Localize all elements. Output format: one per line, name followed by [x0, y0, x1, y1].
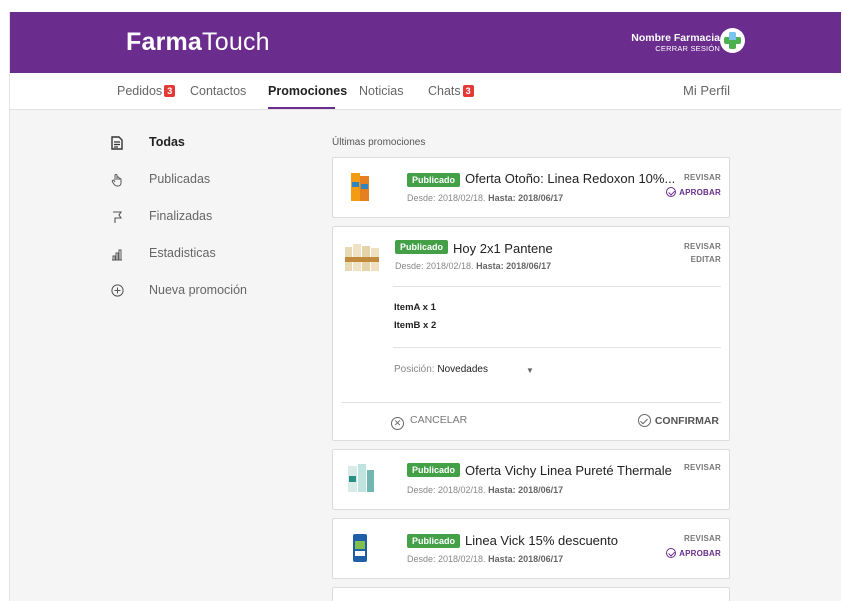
status-badge: Publicado [395, 240, 449, 254]
status-badge: Publicado [407, 534, 461, 548]
promo-title: Hoy 2x1 Pantene [453, 241, 553, 256]
list-item: ItemA x 1 [394, 302, 436, 313]
flag-icon [110, 210, 124, 224]
tab-chats-label: Chats [428, 84, 461, 98]
sidebar-item-label: Publicadas [149, 172, 211, 186]
plus-circle-icon [110, 284, 124, 298]
cancel-button[interactable]: ✕ CANCELAR [391, 414, 467, 430]
profile-link[interactable]: Mi Perfil [683, 83, 730, 98]
tab-contactos[interactable]: Contactos [190, 84, 246, 98]
confirm-label: CONFIRMAR [654, 415, 719, 427]
cancel-circle-icon: ✕ [391, 417, 404, 430]
date-from: Desde: 2018/02/18. [407, 554, 486, 564]
date-from: Desde: 2018/02/18. [407, 485, 486, 495]
date-to: Hasta: 2018/06/17 [488, 554, 564, 564]
chats-count-badge: 3 [462, 85, 474, 97]
tab-noticias[interactable]: Noticias [359, 84, 403, 98]
product-thumbnail [343, 239, 383, 273]
date-to: Hasta: 2018/06/17 [488, 485, 564, 495]
product-thumbnail [343, 531, 377, 565]
position-label: Posición: [394, 364, 435, 375]
document-icon [110, 136, 124, 150]
promo-card[interactable] [332, 587, 730, 601]
main-nav: Pedidos 3 Contactos Promociones Noticias … [10, 73, 841, 110]
pharmacy-cross-icon[interactable] [720, 28, 745, 53]
promo-title: Oferta Vichy Linea Pureté Thermale [465, 463, 672, 478]
approve-button[interactable]: APROBAR [666, 548, 721, 558]
sidebar-item-label: Finalizadas [149, 209, 213, 223]
review-button[interactable]: REVISAR [684, 242, 721, 251]
pedidos-count-badge: 3 [164, 85, 176, 97]
promo-title: Linea Vick 15% descuento [465, 533, 618, 548]
review-button[interactable]: REVISAR [684, 173, 721, 182]
promo-title: Oferta Otoño: Linea Redoxon 10%... [465, 171, 676, 186]
confirm-button[interactable]: CONFIRMAR [637, 414, 719, 427]
sidebar-item-label: Estadisticas [149, 246, 216, 260]
position-select[interactable]: Posición: Novedades [394, 364, 488, 375]
top-bar: FarmaTouch Nombre Farmacia CERRAR SESIÓN [10, 12, 841, 73]
tab-promociones[interactable]: Promociones [268, 84, 347, 98]
check-circle-icon [637, 414, 651, 427]
divider [393, 286, 721, 287]
cancel-label: CANCELAR [410, 414, 468, 426]
promo-dates: Desde: 2018/02/18. Hasta: 2018/06/17 [395, 261, 551, 271]
chart-icon [110, 247, 124, 261]
approve-button[interactable]: APROBAR [666, 187, 721, 197]
status-badge: Publicado [407, 463, 461, 477]
approve-label: APROBAR [679, 549, 721, 558]
sidebar-item-label: Nueva promoción [149, 283, 247, 297]
divider [393, 347, 721, 348]
brand-bold: Farma [126, 28, 203, 56]
list-item: ItemB x 2 [394, 320, 437, 331]
hand-pointer-icon [110, 173, 124, 187]
sidebar-item-label: Todas [149, 135, 185, 149]
promo-card[interactable]: Publicado Linea Vick 15% descuento Desde… [332, 518, 730, 579]
pharmacy-account: Nombre Farmacia CERRAR SESIÓN [631, 32, 720, 54]
promo-dates: Desde: 2018/02/18. Hasta: 2018/06/17 [407, 193, 563, 203]
check-circle-icon [666, 548, 677, 558]
edit-button[interactable]: EDITAR [691, 255, 721, 264]
check-circle-icon [666, 187, 677, 197]
review-button[interactable]: REVISAR [684, 463, 721, 472]
product-thumbnail [343, 170, 377, 204]
active-tab-indicator [268, 107, 335, 109]
tab-chats[interactable]: Chats 3 [428, 84, 474, 98]
review-button[interactable]: REVISAR [684, 534, 721, 543]
section-title: Últimas promociones [332, 137, 426, 148]
promo-card[interactable]: Publicado Oferta Otoño: Linea Redoxon 10… [332, 157, 730, 218]
date-from: Desde: 2018/02/18. [407, 193, 486, 203]
tab-pedidos-label: Pedidos [117, 84, 163, 98]
pharmacy-name: Nombre Farmacia [631, 32, 720, 44]
promo-card-expanded[interactable]: Publicado Hoy 2x1 Pantene Desde: 2018/02… [332, 226, 730, 441]
app-logo[interactable]: FarmaTouch [126, 28, 270, 57]
status-badge: Publicado [407, 173, 461, 187]
promo-card[interactable]: Publicado Oferta Vichy Linea Pureté Ther… [332, 449, 730, 510]
position-value: Novedades [437, 364, 488, 375]
logout-link[interactable]: CERRAR SESIÓN [631, 44, 720, 54]
tab-pedidos[interactable]: Pedidos 3 [117, 84, 176, 98]
promo-dates: Desde: 2018/02/18. Hasta: 2018/06/17 [407, 485, 563, 495]
brand-light: Touch [202, 28, 270, 56]
chevron-down-icon[interactable]: ▼ [526, 366, 534, 375]
date-to: Hasta: 2018/06/17 [488, 193, 564, 203]
product-thumbnail [343, 462, 377, 496]
divider [341, 402, 721, 403]
app-frame: FarmaTouch Nombre Farmacia CERRAR SESIÓN… [9, 12, 841, 601]
date-from: Desde: 2018/02/18. [395, 261, 474, 271]
date-to: Hasta: 2018/06/17 [476, 261, 552, 271]
promo-dates: Desde: 2018/02/18. Hasta: 2018/06/17 [407, 554, 563, 564]
approve-label: APROBAR [679, 188, 721, 197]
